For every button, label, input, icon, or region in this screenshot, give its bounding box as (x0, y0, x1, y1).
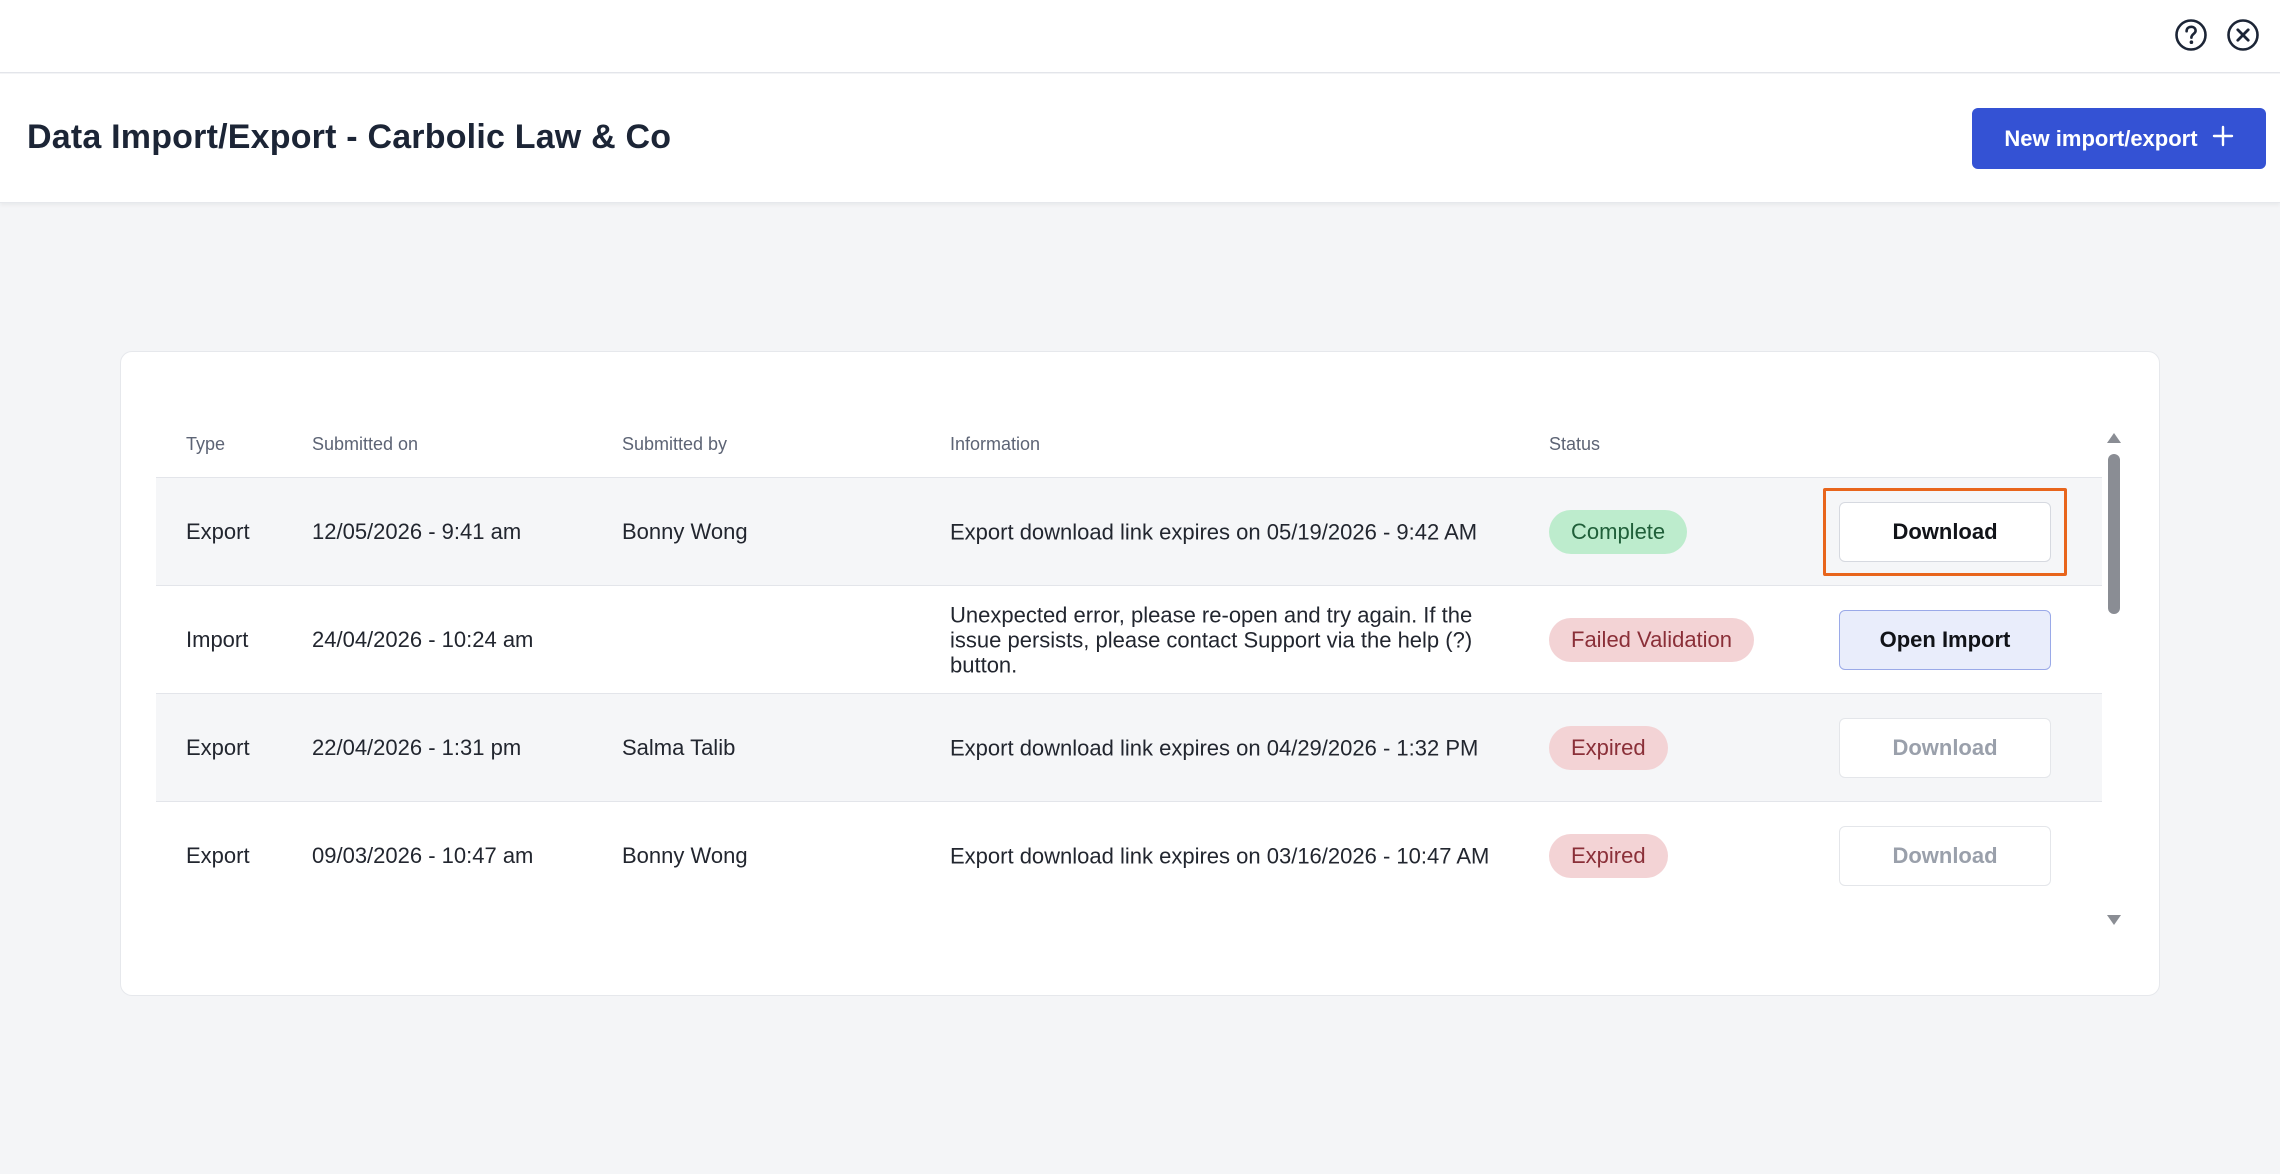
table-header: Type Submitted on Submitted by Informati… (156, 402, 2102, 478)
top-utility-bar (0, 0, 2280, 73)
scroll-up-arrow-icon[interactable] (2107, 433, 2121, 443)
row-information: Export download link expires on 04/29/20… (950, 735, 1479, 760)
new-import-export-label: New import/export (2004, 125, 2198, 151)
scroll-down-arrow-icon[interactable] (2107, 915, 2121, 925)
status-badge: Expired (1549, 833, 1668, 878)
imports-exports-card: Type Submitted on Submitted by Informati… (120, 351, 2160, 996)
plus-icon (2212, 125, 2234, 153)
row-submitted-on: 24/04/2026 - 10:24 am (312, 626, 534, 652)
table-row: Export 22/04/2026 - 1:31 pm Salma Talib … (156, 694, 2102, 802)
row-submitted-by: Bonny Wong (622, 518, 748, 544)
help-icon[interactable] (2173, 17, 2209, 53)
status-badge: Complete (1549, 509, 1688, 554)
table-scrollbar[interactable] (2103, 433, 2125, 925)
row-type: Export (186, 518, 250, 544)
row-information: Export download link expires on 05/19/20… (950, 519, 1478, 544)
row-submitted-on: 22/04/2026 - 1:31 pm (312, 734, 522, 760)
close-icon[interactable] (2225, 17, 2261, 53)
column-header-submitted-on: Submitted on (312, 434, 419, 454)
row-information: Unexpected error, please re-open and try… (950, 602, 1473, 677)
row-submitted-by: Salma Talib (622, 734, 736, 760)
status-badge: Failed Validation (1549, 617, 1755, 662)
status-badge: Expired (1549, 725, 1668, 770)
column-header-submitted-by: Submitted by (622, 434, 728, 454)
row-information: Export download link expires on 03/16/20… (950, 843, 1490, 868)
download-button-disabled[interactable]: Download (1839, 825, 2051, 886)
table-row: Export 09/03/2026 - 10:47 am Bonny Wong … (156, 802, 2102, 889)
row-submitted-on: 09/03/2026 - 10:47 am (312, 842, 534, 868)
row-type: Import (186, 626, 249, 652)
page-header: Data Import/Export - Carbolic Law & Co N… (0, 74, 2280, 203)
open-import-button[interactable]: Open Import (1839, 609, 2051, 670)
row-type: Export (186, 734, 250, 760)
row-submitted-on: 12/05/2026 - 9:41 am (312, 518, 522, 544)
column-header-type: Type (186, 434, 226, 454)
row-submitted-by: Bonny Wong (622, 842, 748, 868)
column-header-status: Status (1549, 434, 1601, 454)
column-header-information: Information (950, 434, 1041, 454)
table-row: Export 12/05/2026 - 9:41 am Bonny Wong E… (156, 478, 2102, 586)
scrollbar-thumb[interactable] (2108, 454, 2120, 614)
download-button-disabled[interactable]: Download (1839, 717, 2051, 778)
download-button[interactable]: Download (1839, 501, 2051, 562)
new-import-export-button[interactable]: New import/export (1972, 108, 2266, 169)
page-title: Data Import/Export - Carbolic Law & Co (27, 118, 672, 156)
table-row: Import 24/04/2026 - 10:24 am Unexpected … (156, 586, 2102, 694)
imports-exports-table: Type Submitted on Submitted by Informati… (156, 402, 2102, 889)
row-type: Export (186, 842, 250, 868)
